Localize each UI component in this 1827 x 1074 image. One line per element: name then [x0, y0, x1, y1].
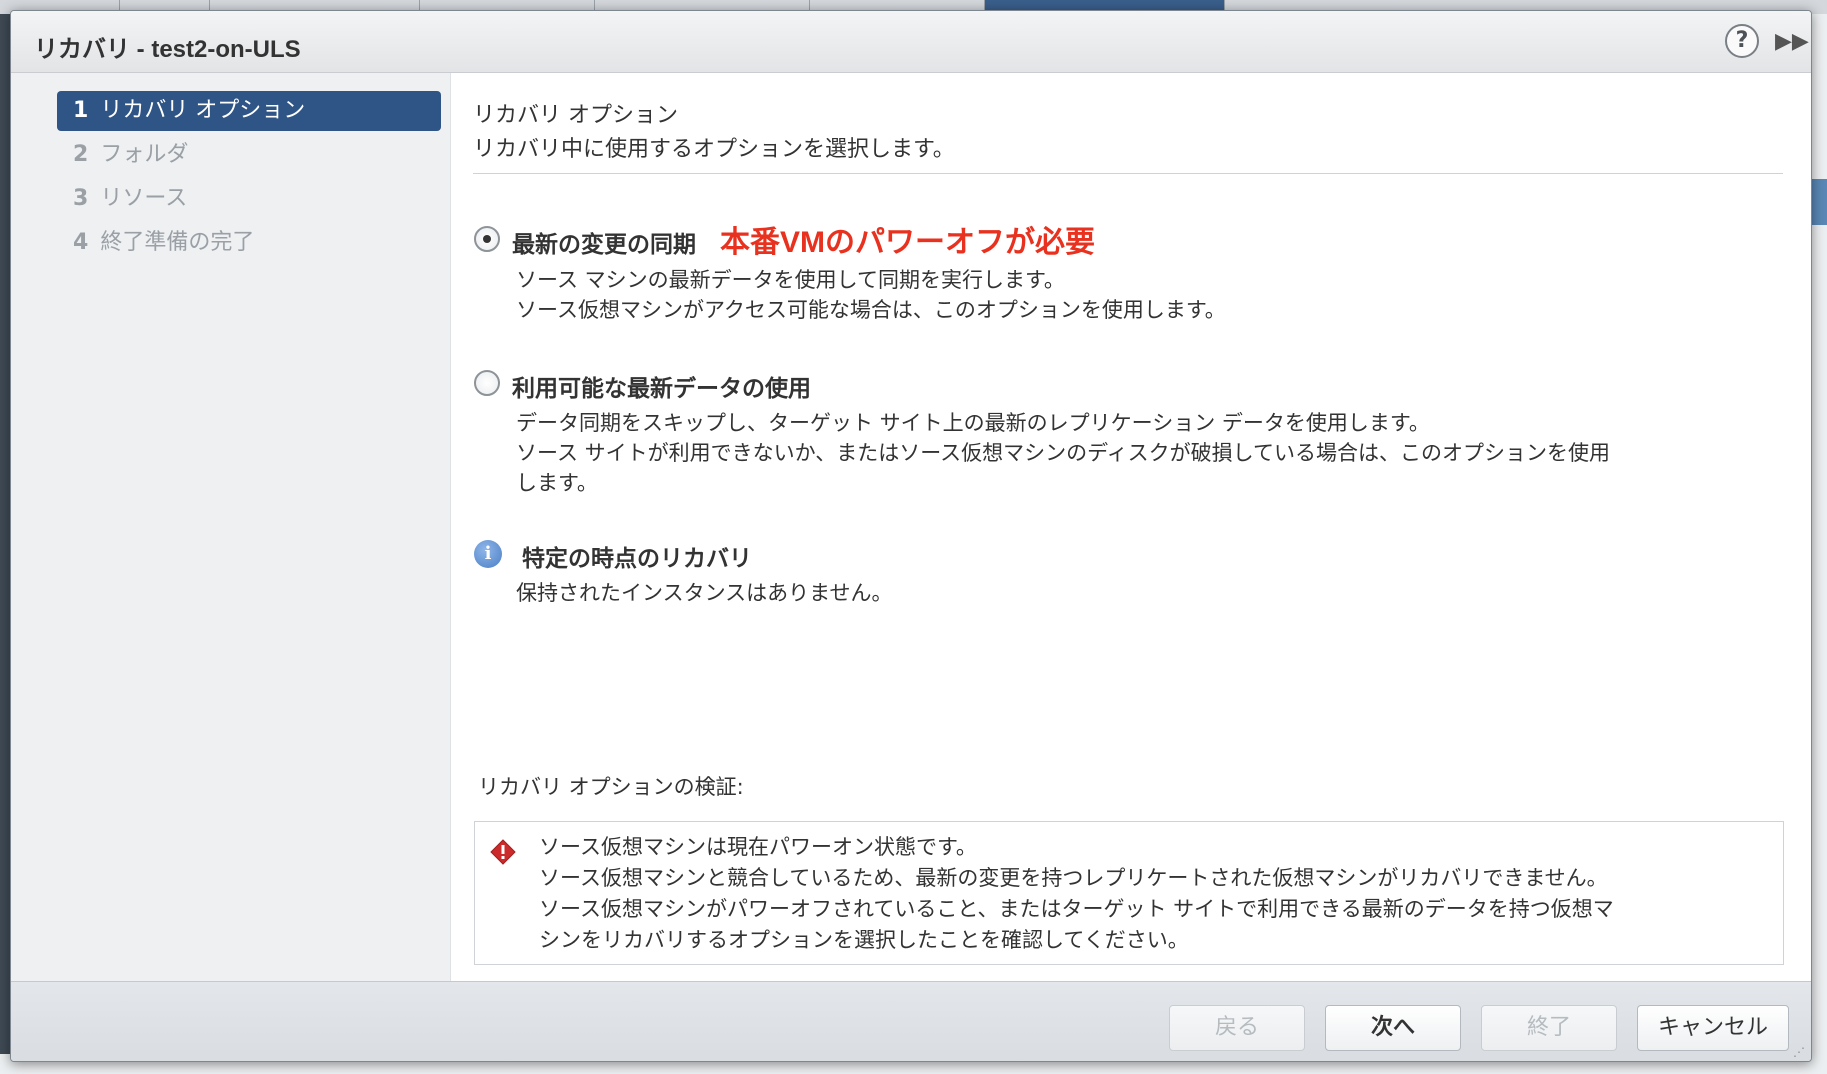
point-in-time-label: 特定の時点のリカバリ — [522, 546, 752, 572]
help-button[interactable]: ? — [1725, 24, 1759, 58]
option-description: ソース マシンの最新データを使用して同期を実行します。 ソース仮想マシンがアクセ… — [516, 265, 1226, 325]
message-line: ソース仮想マシンがパワーオフされていること、またはターゲット サイトで利用できる… — [539, 897, 1614, 921]
dialog-titlebar: リカバリ - test2-on-ULS ? ▶▶ — [11, 11, 1811, 73]
cancel-button[interactable]: キャンセル — [1637, 1005, 1789, 1051]
sync-latest-changes-label[interactable]: 最新の変更の同期 — [512, 225, 696, 259]
step-ready-to-complete[interactable]: 4 終了準備の完了 — [57, 223, 441, 263]
step-folder[interactable]: 2 フォルダ — [57, 135, 441, 175]
sync-latest-changes-radio[interactable] — [474, 226, 500, 252]
dialog-footer: 戻る 次へ 終了 キャンセル ⋰ — [11, 981, 1811, 1061]
step-number: 3 — [73, 186, 89, 211]
dialog-title: リカバリ - test2-on-ULS — [34, 36, 301, 63]
resize-grip-icon[interactable]: ⋰ — [1793, 1045, 1807, 1059]
step-label: 終了準備の完了 — [100, 230, 255, 255]
use-latest-available-data-radio[interactable] — [474, 370, 500, 396]
step-label: リカバリ オプション — [100, 98, 306, 123]
error-icon — [490, 839, 516, 865]
description-line: ソース マシンの最新データを使用して同期を実行します。 — [516, 268, 1065, 292]
message-line: ソース仮想マシンと競合しているため、最新の変更を持つレプリケートされた仮想マシン… — [539, 866, 1608, 890]
back-button[interactable]: 戻る — [1169, 1005, 1305, 1051]
description-line: ソース サイトが利用できないか、またはソース仮想マシンのディスクが破損している場… — [516, 441, 1611, 465]
message-line: シンをリカバリするオプションを選択したことを確認してください。 — [539, 928, 1189, 952]
step-recovery-options[interactable]: 1 リカバリ オプション — [57, 91, 441, 131]
step-label: フォルダ — [100, 142, 189, 167]
point-in-time-description: 保持されたインスタンスはありません。 — [516, 581, 893, 605]
recovery-dialog: リカバリ - test2-on-ULS ? ▶▶ 1 リカバリ オプション 2 フォ… — [10, 10, 1812, 1062]
step-number: 2 — [73, 142, 89, 167]
divider — [473, 173, 1783, 174]
step-resource[interactable]: 3 リソース — [57, 179, 441, 219]
option-description: データ同期をスキップし、ターゲット サイト上の最新のレプリケーション データを使… — [516, 408, 1610, 498]
verification-messages: ソース仮想マシンは現在パワーオン状態です。 ソース仮想マシンと競合しているため、… — [539, 832, 1614, 956]
step-number: 4 — [73, 230, 89, 255]
description-line: します。 — [516, 471, 598, 495]
wizard-steps-sidebar: 1 リカバリ オプション 2 フォルダ 3 リソース 4 終了準備の完了 — [11, 73, 451, 981]
background-right-panel — [1811, 14, 1827, 1074]
page-title: リカバリ オプション — [473, 103, 678, 128]
info-icon: i — [474, 540, 502, 568]
finish-button[interactable]: 終了 — [1481, 1005, 1617, 1051]
description-line: データ同期をスキップし、ターゲット サイト上の最新のレプリケーション データを使… — [516, 411, 1430, 435]
expand-icon[interactable]: ▶▶ — [1775, 29, 1809, 55]
message-line: ソース仮想マシンは現在パワーオン状態です。 — [539, 835, 977, 859]
wizard-content: リカバリ オプション リカバリ中に使用するオプションを選択します。 最新の変更の… — [452, 73, 1811, 981]
verification-label: リカバリ オプションの検証: — [478, 775, 744, 799]
step-number: 1 — [73, 98, 89, 123]
next-button[interactable]: 次へ — [1325, 1005, 1461, 1051]
verification-message-box: ソース仮想マシンは現在パワーオン状態です。 ソース仮想マシンと競合しているため、… — [474, 821, 1784, 965]
page-description: リカバリ中に使用するオプションを選択します。 — [473, 137, 955, 162]
step-label: リソース — [100, 186, 188, 211]
annotation-note: 本番VMのパワーオフが必要 — [720, 226, 1095, 259]
description-line: ソース仮想マシンがアクセス可能な場合は、このオプションを使用します。 — [516, 298, 1226, 322]
use-latest-available-data-label[interactable]: 利用可能な最新データの使用 — [512, 369, 811, 403]
